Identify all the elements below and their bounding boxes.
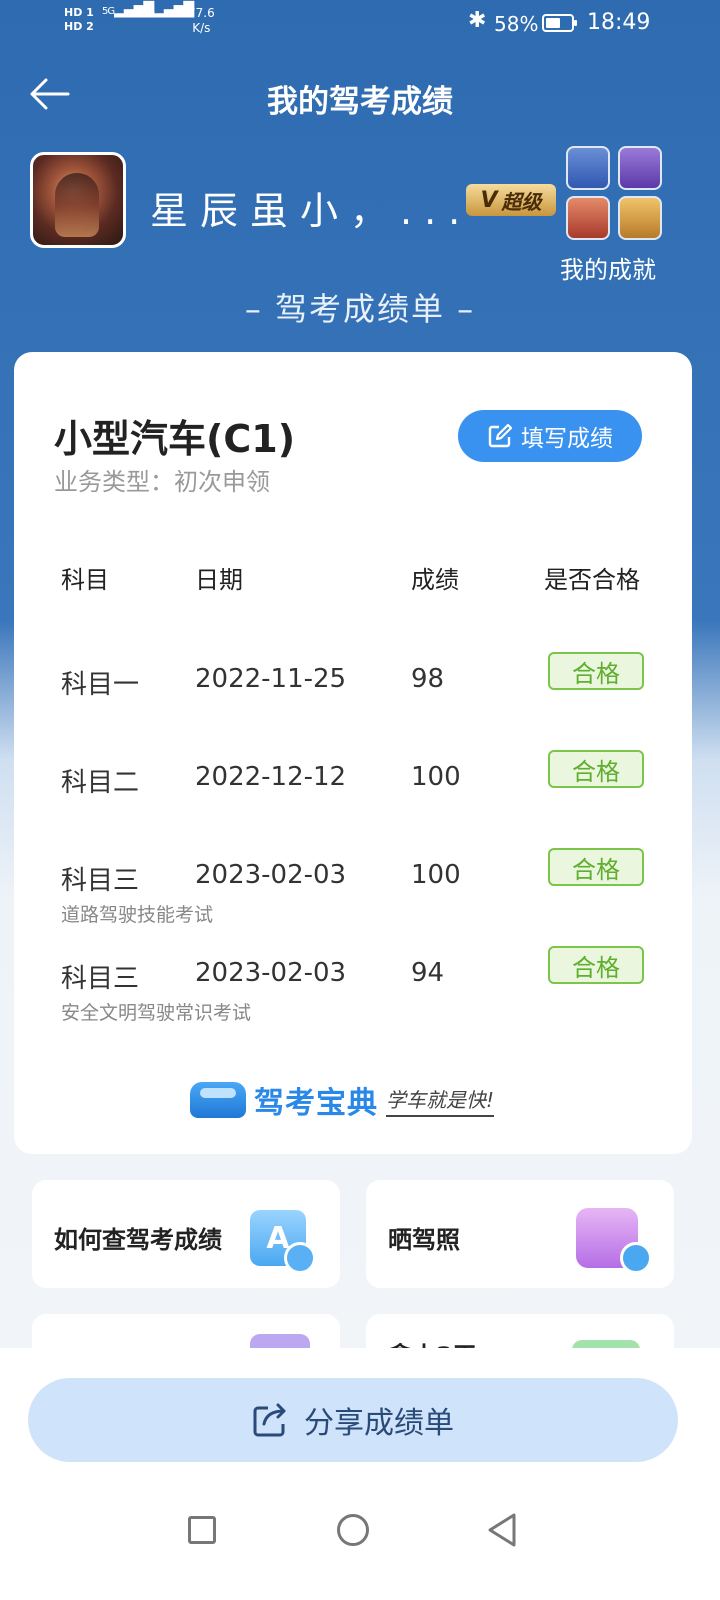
row-score: 98 — [411, 664, 445, 694]
clock: 18:49 — [587, 10, 651, 35]
row-score: 94 — [411, 958, 445, 988]
table-row: 科目三 2023-02-03 94 合格 安全文明驾驶常识考试 — [14, 946, 692, 1038]
tile-show-license[interactable]: 晒驾照 — [366, 1180, 674, 1288]
column-header-date: 日期 — [195, 566, 243, 594]
page-title: 我的驾考成绩 — [267, 84, 453, 120]
row-date: 2022-11-25 — [195, 664, 347, 694]
my-achievements-link[interactable]: 我的成就 — [560, 250, 656, 285]
pass-badge: 合格 — [548, 652, 644, 690]
score-card: 小型汽车(C1) 业务类型：初次申领 填写成绩 科目 日期 成绩 是否合格 科目… — [14, 352, 692, 1154]
battery-icon — [542, 14, 577, 32]
bluetooth-icon: ✱ — [468, 8, 487, 33]
tile-label: 如何查驾考成绩 — [54, 1226, 222, 1254]
speed-value: 77.6 — [188, 6, 215, 20]
network-speed: 77.6 K/s — [188, 6, 215, 36]
achievement-badge-icon — [618, 146, 662, 190]
fill-score-label: 填写成绩 — [521, 426, 613, 452]
home-button[interactable] — [337, 1514, 369, 1546]
row-subject: 科目一 — [61, 670, 140, 700]
row-subject: 科目二 — [61, 768, 140, 798]
fill-score-button[interactable]: 填写成绩 — [458, 410, 642, 462]
row-score: 100 — [411, 762, 461, 792]
search-document-icon: A — [250, 1210, 316, 1274]
achievement-badge-icon — [566, 196, 610, 240]
table-header: 科目 日期 成绩 是否合格 — [14, 560, 692, 594]
battery-percent: 58% — [494, 12, 539, 36]
vip-badge[interactable]: V 超级 — [466, 184, 556, 216]
brand-slogan: 学车就是快! — [386, 1084, 495, 1117]
share-icon — [253, 1403, 286, 1437]
row-date: 2023-02-03 — [195, 860, 347, 890]
table-row: 科目三 2023-02-03 100 合格 道路驾驶技能考试 — [14, 848, 692, 940]
status-network: HD 1 HD 2 — [64, 6, 94, 34]
hd-indicator-1: HD 1 — [64, 6, 94, 19]
brand-name: 驾考宝典 — [254, 1086, 378, 1121]
status-bar: HD 1 HD 2 5G▂▄▆█ 4G▂▄▆█ 77.6 K/s ✱ 58% 1… — [0, 0, 720, 48]
vip-v-icon: V — [480, 187, 498, 213]
hd-indicator-2: HD 2 — [64, 20, 94, 33]
avatar[interactable] — [30, 152, 126, 248]
row-note: 道路驾驶技能考试 — [61, 904, 214, 926]
username: 星辰虽小，... — [150, 189, 473, 233]
pass-badge: 合格 — [548, 848, 644, 886]
edit-icon — [488, 423, 513, 448]
car-type: 小型汽车(C1) — [54, 417, 296, 461]
table-row: 科目二 2022-12-12 100 合格 — [14, 750, 692, 842]
brand-logo: 驾考宝典 学车就是快! — [190, 1078, 495, 1122]
recent-apps-button[interactable] — [188, 1516, 216, 1544]
achievement-badge-icon — [566, 146, 610, 190]
pass-badge: 合格 — [548, 946, 644, 984]
achievement-badges[interactable] — [566, 146, 670, 246]
row-date: 2023-02-03 — [195, 958, 347, 988]
tile-label: 晒驾照 — [388, 1226, 460, 1254]
tile-how-to-check-scores[interactable]: 如何查驾考成绩 A — [32, 1180, 340, 1288]
photo-icon — [576, 1208, 652, 1274]
back-nav-button[interactable] — [486, 1512, 518, 1548]
share-score-button[interactable]: 分享成绩单 — [28, 1378, 678, 1462]
table-row: 科目一 2022-11-25 98 合格 — [14, 652, 692, 744]
row-subject: 科目三 — [61, 964, 140, 994]
app-header: 我的驾考成绩 — [0, 60, 720, 130]
column-header-pass: 是否合格 — [544, 566, 640, 594]
system-nav-bar — [0, 1496, 720, 1576]
business-type: 业务类型：初次申领 — [54, 468, 270, 496]
achievement-badge-icon — [618, 196, 662, 240]
vip-label: 超级 — [501, 189, 542, 214]
speed-unit: K/s — [192, 21, 211, 35]
section-title: – 驾考成绩单 – — [244, 290, 476, 328]
column-header-score: 成绩 — [411, 566, 459, 594]
row-score: 100 — [411, 860, 461, 890]
row-note: 安全文明驾驶常识考试 — [61, 1002, 252, 1024]
row-date: 2022-12-12 — [195, 762, 347, 792]
column-header-subject: 科目 — [61, 566, 109, 594]
pass-badge: 合格 — [548, 750, 644, 788]
share-label: 分享成绩单 — [304, 1406, 454, 1441]
signal-4g-icon: 4G▂▄▆█ — [142, 2, 194, 18]
row-subject: 科目三 — [61, 866, 140, 896]
car-logo-icon — [190, 1082, 246, 1118]
